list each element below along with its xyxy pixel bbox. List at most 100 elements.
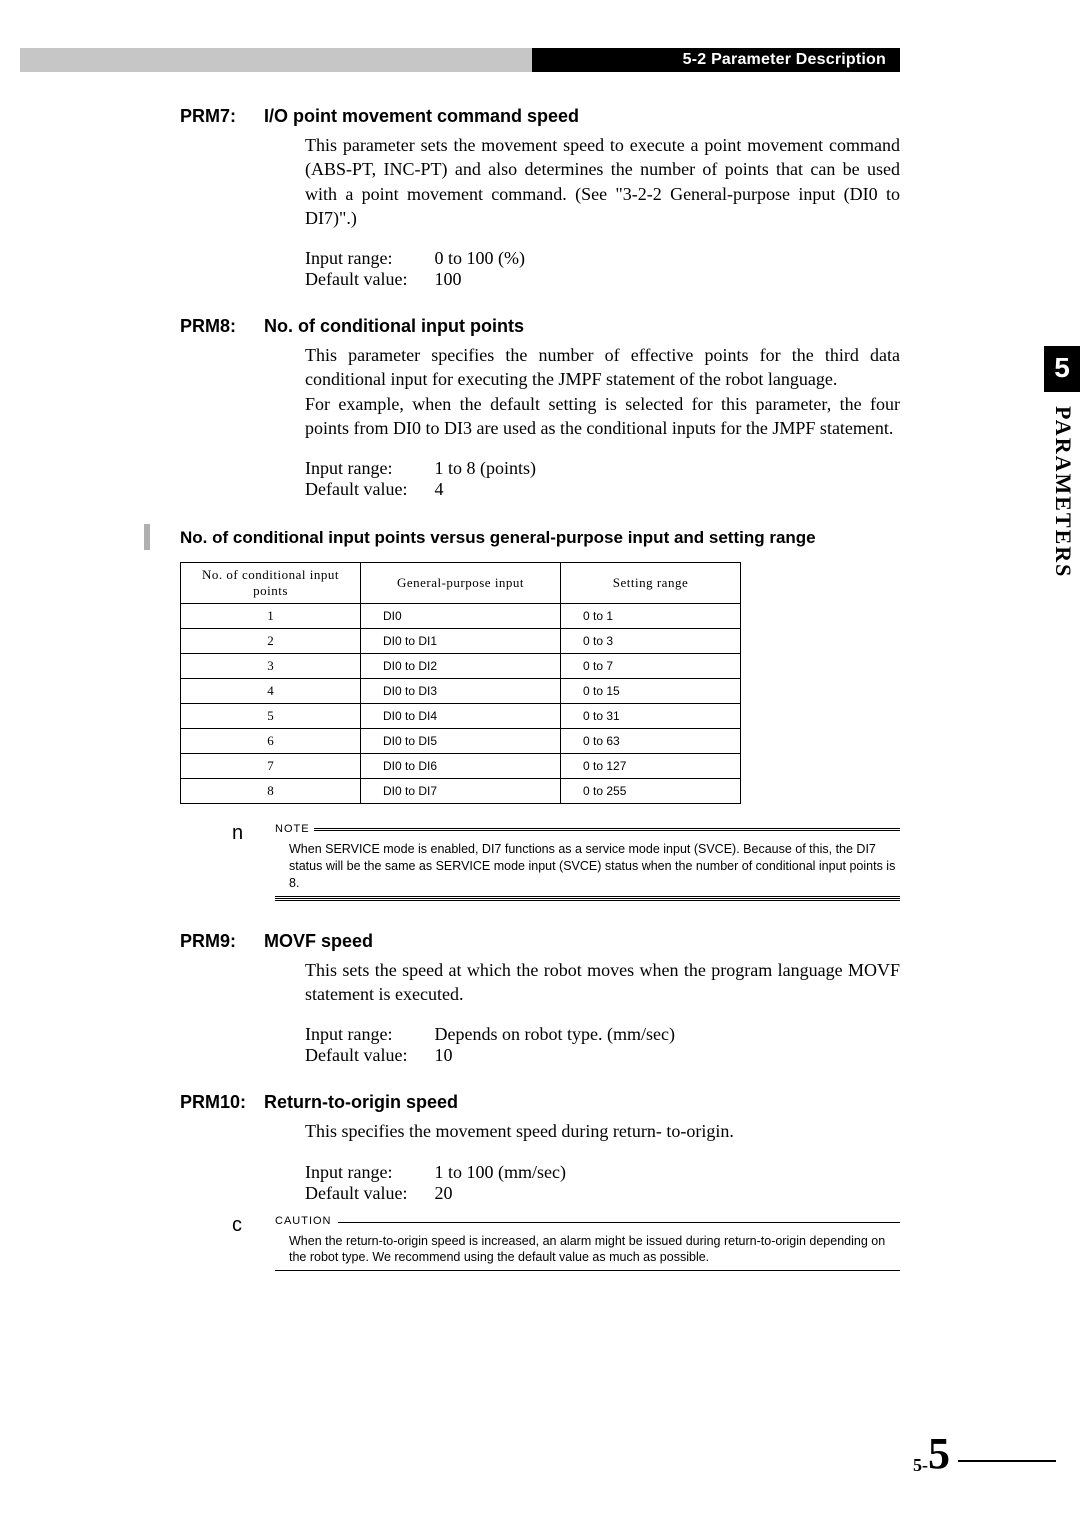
- th-col3: Setting range: [561, 563, 741, 604]
- subhead-accent-bar: [144, 524, 150, 550]
- table-row: 4DI0 to DI30 to 15: [181, 679, 741, 704]
- cell-gp: DI0 to DI3: [361, 679, 561, 704]
- note-text: When SERVICE mode is enabled, DI7 functi…: [275, 841, 900, 892]
- table-row: 2DI0 to DI10 to 3: [181, 629, 741, 654]
- default-label: Default value:: [305, 1183, 430, 1204]
- input-range-label: Input range:: [305, 1024, 430, 1045]
- prm9-title: MOVF speed: [264, 931, 373, 952]
- cell-num: 5: [181, 704, 361, 729]
- chapter-number: 5: [1044, 346, 1080, 392]
- cell-sr: 0 to 127: [561, 754, 741, 779]
- table-row: 6DI0 to DI50 to 63: [181, 729, 741, 754]
- table-row: 3DI0 to DI20 to 7: [181, 654, 741, 679]
- prm8-title: No. of conditional input points: [264, 316, 524, 337]
- note-block: n NOTE When SERVICE mode is enabled, DI7…: [180, 822, 900, 900]
- cell-sr: 0 to 15: [561, 679, 741, 704]
- main-content: PRM7: I/O point movement command speed T…: [180, 106, 900, 1297]
- prm8-section: PRM8: No. of conditional input points Th…: [180, 316, 900, 901]
- header-black-bar: 5-2 Parameter Description: [532, 48, 900, 72]
- cell-num: 8: [181, 779, 361, 804]
- cell-gp: DI0 to DI5: [361, 729, 561, 754]
- prm7-default: Default value: 100: [305, 269, 900, 290]
- prm8-default: Default value: 4: [305, 479, 900, 500]
- input-range-label: Input range:: [305, 248, 430, 269]
- caution-label: CAUTION: [275, 1214, 332, 1229]
- input-range-value: 0 to 100 (%): [435, 248, 525, 268]
- prm7-section: PRM7: I/O point movement command speed T…: [180, 106, 900, 290]
- default-label: Default value:: [305, 1045, 430, 1066]
- page-chapter-part: 5-: [913, 1455, 928, 1476]
- caution-marker: c: [232, 1212, 242, 1239]
- prm10-label: PRM10:: [180, 1092, 260, 1113]
- cell-sr: 0 to 7: [561, 654, 741, 679]
- note-label: NOTE: [275, 822, 310, 837]
- cell-sr: 0 to 1: [561, 604, 741, 629]
- input-range-value: 1 to 100 (mm/sec): [435, 1162, 566, 1182]
- cell-num: 3: [181, 654, 361, 679]
- cell-num: 6: [181, 729, 361, 754]
- prm9-input-range: Input range: Depends on robot type. (mm/…: [305, 1024, 900, 1045]
- table-row: 1DI00 to 1: [181, 604, 741, 629]
- prm7-input-range: Input range: 0 to 100 (%): [305, 248, 900, 269]
- input-range-label: Input range:: [305, 458, 430, 479]
- cell-num: 4: [181, 679, 361, 704]
- cell-sr: 0 to 31: [561, 704, 741, 729]
- default-value: 10: [435, 1045, 453, 1065]
- table-header-row: No. of conditional input points General-…: [181, 563, 741, 604]
- default-label: Default value:: [305, 479, 430, 500]
- cell-gp: DI0 to DI7: [361, 779, 561, 804]
- cell-num: 7: [181, 754, 361, 779]
- table-title-text: No. of conditional input points versus g…: [180, 528, 816, 547]
- cell-gp: DI0 to DI4: [361, 704, 561, 729]
- input-range-value: Depends on robot type. (mm/sec): [435, 1024, 675, 1044]
- cell-sr: 0 to 63: [561, 729, 741, 754]
- prm9-default: Default value: 10: [305, 1045, 900, 1066]
- prm7-title: I/O point movement command speed: [264, 106, 579, 127]
- default-label: Default value:: [305, 269, 430, 290]
- cell-sr: 0 to 3: [561, 629, 741, 654]
- note-marker: n: [232, 820, 243, 847]
- table-row: 5DI0 to DI40 to 31: [181, 704, 741, 729]
- chapter-label: PARAMETERS: [1050, 392, 1076, 578]
- header-section-title: Parameter Description: [711, 51, 886, 69]
- table-row: 7DI0 to DI60 to 127: [181, 754, 741, 779]
- page-num: 5: [928, 1432, 950, 1476]
- cell-gp: DI0 to DI6: [361, 754, 561, 779]
- cell-gp: DI0: [361, 604, 561, 629]
- th-col2: General-purpose input: [361, 563, 561, 604]
- default-value: 100: [435, 269, 462, 289]
- cell-num: 1: [181, 604, 361, 629]
- prm10-section: PRM10: Return-to-origin speed This speci…: [180, 1092, 900, 1271]
- page-header: 5-2 Parameter Description: [20, 48, 900, 72]
- cell-sr: 0 to 255: [561, 779, 741, 804]
- prm10-input-range: Input range: 1 to 100 (mm/sec): [305, 1162, 900, 1183]
- cell-gp: DI0 to DI2: [361, 654, 561, 679]
- page-number: 5- 5: [913, 1432, 950, 1476]
- prm8-table: No. of conditional input points General-…: [180, 562, 741, 804]
- header-section-number: 5-2: [683, 51, 707, 69]
- prm8-label: PRM8:: [180, 316, 260, 337]
- caution-block: c CAUTION When the return-to-origin spee…: [180, 1214, 900, 1272]
- th-col1: No. of conditional input points: [181, 563, 361, 604]
- prm7-body: This parameter sets the movement speed t…: [305, 133, 900, 230]
- cell-gp: DI0 to DI1: [361, 629, 561, 654]
- default-value: 4: [435, 479, 444, 499]
- table-row: 8DI0 to DI70 to 255: [181, 779, 741, 804]
- chapter-tab: 5 PARAMETERS: [1044, 346, 1080, 578]
- prm10-body: This specifies the movement speed during…: [305, 1119, 900, 1143]
- prm10-default: Default value: 20: [305, 1183, 900, 1204]
- caution-text: When the return-to-origin speed is incre…: [275, 1233, 900, 1267]
- prm10-title: Return-to-origin speed: [264, 1092, 458, 1113]
- prm8-input-range: Input range: 1 to 8 (points): [305, 458, 900, 479]
- prm8-table-title: No. of conditional input points versus g…: [180, 528, 900, 548]
- prm8-body2: For example, when the default setting is…: [305, 392, 900, 441]
- prm9-section: PRM9: MOVF speed This sets the speed at …: [180, 931, 900, 1067]
- prm8-body1: This parameter specifies the number of e…: [305, 343, 900, 392]
- input-range-value: 1 to 8 (points): [435, 458, 537, 478]
- prm9-label: PRM9:: [180, 931, 260, 952]
- prm9-body: This sets the speed at which the robot m…: [305, 958, 900, 1007]
- page-number-rule: [958, 1460, 1056, 1462]
- cell-num: 2: [181, 629, 361, 654]
- input-range-label: Input range:: [305, 1162, 430, 1183]
- prm7-label: PRM7:: [180, 106, 260, 127]
